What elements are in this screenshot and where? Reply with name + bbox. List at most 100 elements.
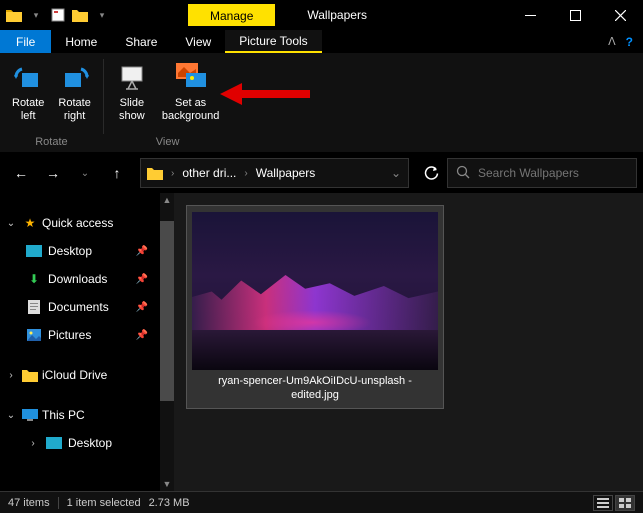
status-size: 2.73 MB: [145, 497, 190, 509]
nav-bar: ← → ⌄ ↑ › other dri... › Wallpapers ⌄: [0, 153, 643, 193]
rotate-right-icon: [59, 61, 91, 93]
rotate-right-button[interactable]: Rotate right: [52, 57, 96, 136]
slideshow-label: Slide show: [119, 97, 145, 123]
sidebar-item-desktop-pc[interactable]: › Desktop: [22, 429, 160, 457]
quick-access-toolbar: ▾ ▾: [0, 7, 116, 23]
sidebar-item-this-pc[interactable]: ⌄ This PC: [0, 401, 160, 429]
rotate-left-button[interactable]: Rotate left: [6, 57, 50, 136]
minimize-button[interactable]: [508, 0, 553, 30]
address-dropdown-icon[interactable]: ⌄: [384, 166, 408, 180]
file-list[interactable]: ryan-spencer-Um9AkOiIDcU-unsplash - edit…: [174, 193, 643, 491]
status-selection: 1 item selected: [59, 497, 145, 509]
desktop-icon: [46, 435, 62, 451]
ribbon-tabs: File Home Share View Picture Tools ᐱ ?: [0, 30, 643, 53]
scroll-down-icon[interactable]: ▼: [160, 477, 174, 491]
sidebar-label: Quick access: [42, 216, 113, 230]
pin-icon: 📌: [136, 302, 148, 313]
recent-dropdown[interactable]: ⌄: [70, 158, 100, 188]
file-name: ryan-spencer-Um9AkOiIDcU-unsplash - edit…: [193, 370, 437, 402]
group-label-view: View: [156, 136, 180, 150]
star-icon: ★: [22, 215, 38, 231]
chevron-right-icon[interactable]: ›: [4, 370, 18, 381]
file-item[interactable]: ryan-spencer-Um9AkOiIDcU-unsplash - edit…: [186, 205, 444, 409]
address-seg-2[interactable]: Wallpapers: [250, 166, 322, 180]
thumbnails-view-button[interactable]: [615, 495, 635, 511]
details-view-button[interactable]: [593, 495, 613, 511]
tab-share[interactable]: Share: [111, 30, 171, 53]
scroll-up-icon[interactable]: ▲: [160, 193, 174, 207]
slideshow-button[interactable]: Slide show: [110, 57, 154, 136]
ribbon: Rotate left Rotate right Rotate Slide sh…: [0, 53, 643, 153]
search-box[interactable]: [447, 158, 637, 188]
tab-file[interactable]: File: [0, 30, 51, 53]
refresh-button[interactable]: [417, 158, 445, 188]
folder-icon: [6, 7, 22, 23]
tab-picture-tools[interactable]: Picture Tools: [225, 30, 321, 53]
sidebar-label: Desktop: [68, 436, 112, 450]
document-icon: [26, 299, 42, 315]
pin-icon: 📌: [136, 330, 148, 341]
window-title: Wallpapers: [307, 8, 367, 22]
address-folder-icon[interactable]: [141, 166, 169, 180]
rotate-left-label: Rotate left: [12, 97, 44, 123]
chevron-down-icon[interactable]: ▾: [28, 7, 44, 23]
sidebar-label: Documents: [48, 300, 109, 314]
maximize-button[interactable]: [553, 0, 598, 30]
new-folder-icon[interactable]: [72, 7, 88, 23]
tab-view[interactable]: View: [171, 30, 225, 53]
title-bar: ▾ ▾ Manage Wallpapers: [0, 0, 643, 30]
properties-icon[interactable]: [50, 7, 66, 23]
up-button[interactable]: ↑: [102, 158, 132, 188]
folder-icon: [22, 367, 38, 383]
chevron-right-icon[interactable]: ›: [169, 168, 176, 179]
back-button[interactable]: ←: [6, 158, 36, 188]
pin-icon: 📌: [136, 274, 148, 285]
navigation-pane: ⌄ ★ Quick access Desktop 📌 ⬇ Downloads 📌…: [0, 193, 160, 491]
tab-home[interactable]: Home: [51, 30, 111, 53]
sidebar-item-downloads[interactable]: ⬇ Downloads 📌: [22, 265, 160, 293]
chevron-down-icon[interactable]: ⌄: [4, 218, 18, 229]
set-background-icon: [175, 61, 207, 93]
slideshow-icon: [116, 61, 148, 93]
forward-button[interactable]: →: [38, 158, 68, 188]
status-item-count: 47 items: [8, 497, 59, 509]
address-seg-1[interactable]: other dri...: [176, 166, 242, 180]
sidebar-label: Desktop: [48, 244, 92, 258]
qat-dropdown-icon[interactable]: ▾: [94, 7, 110, 23]
chevron-right-icon[interactable]: ›: [242, 168, 249, 179]
sidebar-item-pictures[interactable]: Pictures 📌: [22, 321, 160, 349]
status-bar: 47 items 1 item selected 2.73 MB: [0, 491, 643, 513]
file-thumbnail: [192, 212, 438, 370]
group-label-rotate: Rotate: [35, 136, 67, 150]
chevron-down-icon[interactable]: ⌄: [4, 410, 18, 421]
chevron-right-icon[interactable]: ›: [26, 438, 40, 449]
red-arrow-annotation: [220, 79, 310, 109]
help-icon[interactable]: ?: [626, 35, 633, 49]
address-bar[interactable]: › other dri... › Wallpapers ⌄: [140, 158, 409, 188]
sidebar-item-documents[interactable]: Documents 📌: [22, 293, 160, 321]
sidebar-label: Pictures: [48, 328, 91, 342]
sidebar-label: iCloud Drive: [42, 368, 107, 382]
ribbon-group-rotate: Rotate left Rotate right Rotate: [0, 53, 103, 152]
set-background-label: Set as background: [162, 97, 220, 123]
download-icon: ⬇: [26, 271, 42, 287]
ribbon-group-view: Slide show Set as background View: [104, 53, 232, 152]
scroll-thumb[interactable]: [160, 221, 174, 401]
rotate-left-icon: [12, 61, 44, 93]
search-icon: [456, 165, 470, 182]
ribbon-collapse-icon[interactable]: ᐱ: [608, 35, 616, 48]
close-button[interactable]: [598, 0, 643, 30]
search-input[interactable]: [478, 166, 633, 180]
sidebar-item-quick-access[interactable]: ⌄ ★ Quick access: [0, 209, 160, 237]
sidebar-item-icloud[interactable]: › iCloud Drive: [0, 361, 160, 389]
sidebar-scrollbar[interactable]: ▲ ▼: [160, 193, 174, 491]
manage-context-tab[interactable]: Manage: [188, 4, 275, 26]
set-as-background-button[interactable]: Set as background: [156, 57, 226, 136]
desktop-icon: [26, 243, 42, 259]
pictures-icon: [26, 327, 42, 343]
pin-icon: 📌: [136, 246, 148, 257]
sidebar-item-desktop[interactable]: Desktop 📌: [22, 237, 160, 265]
sidebar-label: Downloads: [48, 272, 107, 286]
rotate-right-label: Rotate right: [58, 97, 90, 123]
sidebar-label: This PC: [42, 408, 85, 422]
